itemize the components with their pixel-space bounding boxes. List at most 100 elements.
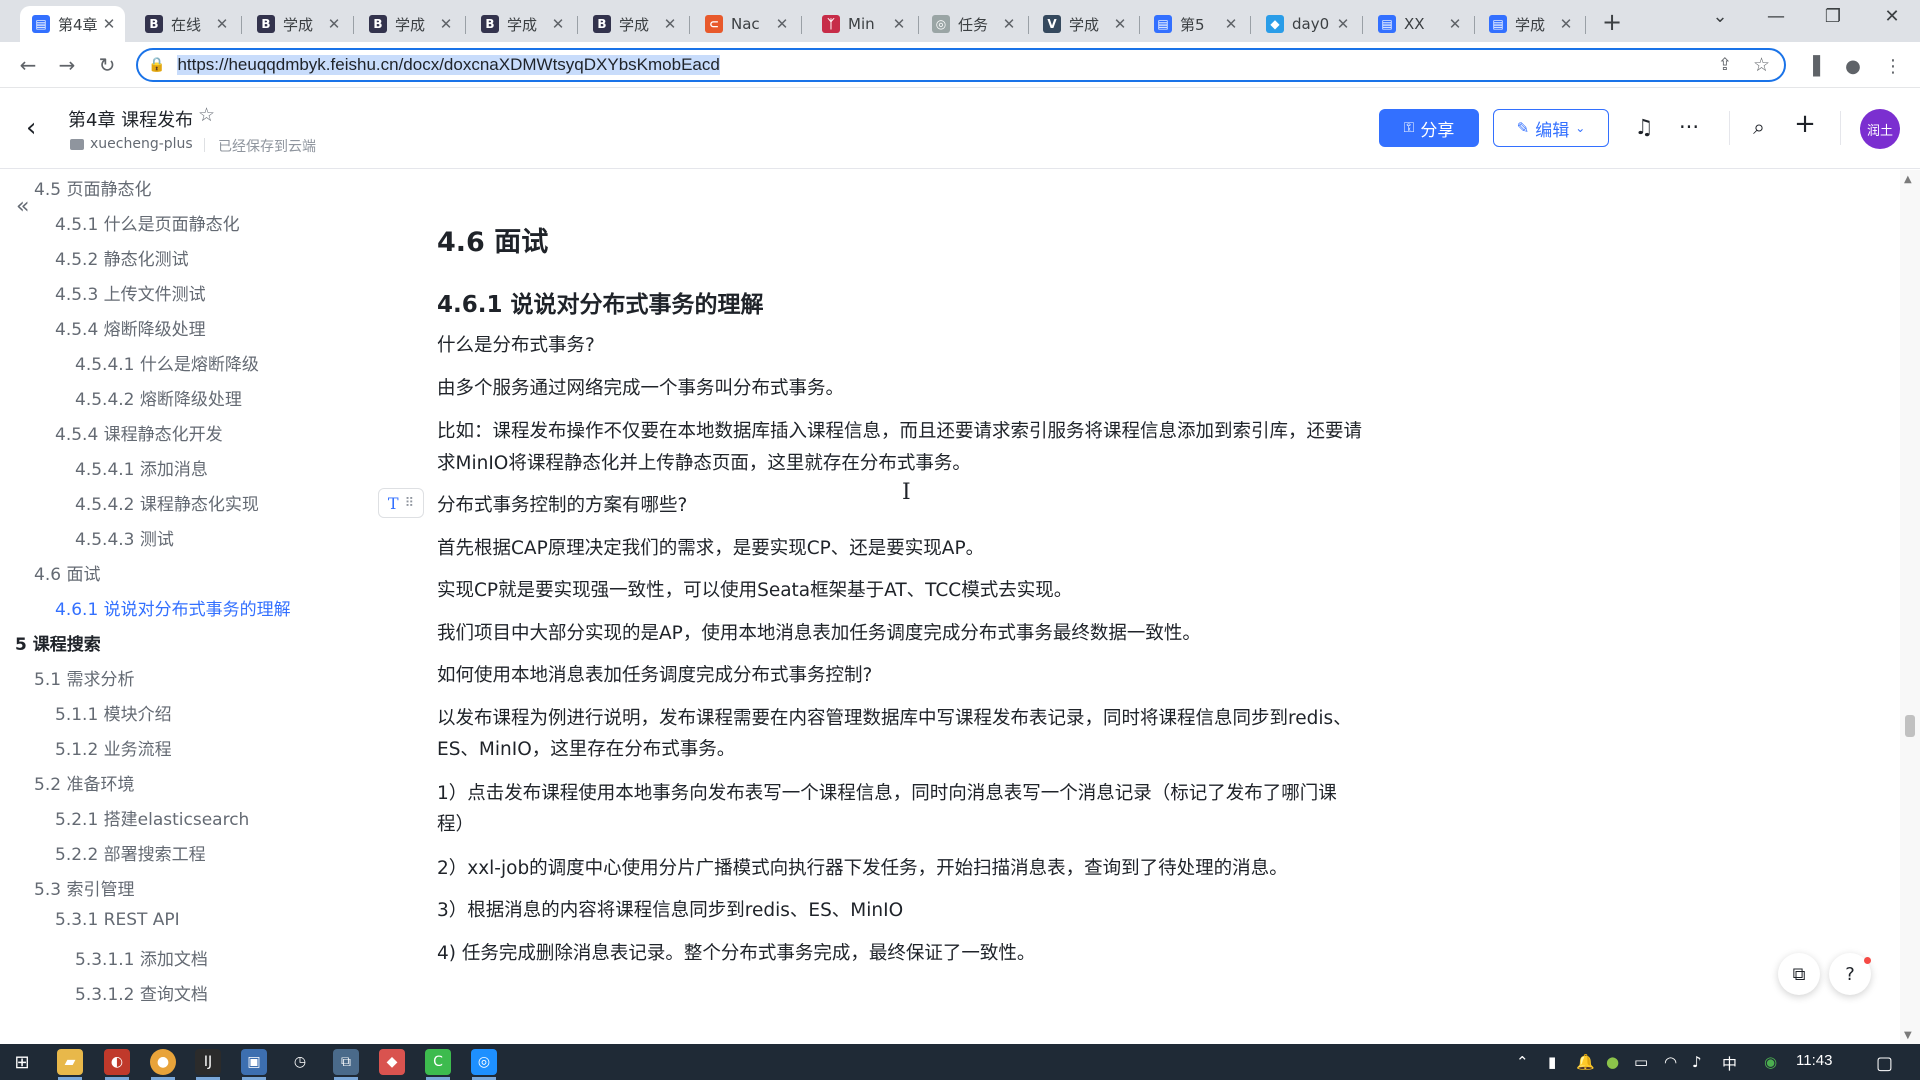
paragraph[interactable]: 以发布课程为例进行说明，发布课程需要在内容管理数据库中写课程发布表记录，同时将课… xyxy=(437,703,1352,735)
edge-icon[interactable]: ◎ xyxy=(471,1049,497,1075)
scroll-down-icon[interactable]: ▼ xyxy=(1904,1030,1912,1041)
outline-item[interactable]: 4.5.1 什么是页面静态化 xyxy=(55,210,240,235)
outline-item[interactable]: 4.5.4.1 添加消息 xyxy=(75,455,208,480)
paragraph[interactable]: ES、MinIO，这里存在分布式事务。 xyxy=(437,734,735,766)
notepad-icon[interactable]: C xyxy=(425,1049,451,1075)
avatar[interactable]: 润土 xyxy=(1860,109,1900,149)
close-tab-icon[interactable]: ✕ xyxy=(1445,15,1465,33)
doc-folder[interactable]: xuecheng-plus xyxy=(70,136,193,152)
browser-tab[interactable]: B 学成 ✕ xyxy=(469,6,574,42)
browser-tab[interactable]: ◎ 任务 ✕ xyxy=(920,6,1025,42)
doc-title[interactable]: 第4章 课程发布 xyxy=(68,106,193,132)
close-tab-icon[interactable]: ✕ xyxy=(1221,15,1241,33)
url-text[interactable]: https://heuqqdmbyk.feishu.cn/docx/doxcna… xyxy=(177,55,720,75)
add-icon[interactable]: + xyxy=(1791,109,1819,139)
chrome-icon[interactable]: ● xyxy=(150,1049,176,1075)
outline-item[interactable]: 5 课程搜索 xyxy=(15,630,101,655)
vertical-scrollbar[interactable]: ▲ ▼ xyxy=(1900,170,1920,1044)
browser-menu-icon[interactable]: ⋮ xyxy=(1879,52,1907,80)
outline-item[interactable]: 5.2.2 部署搜索工程 xyxy=(55,840,206,865)
close-tab-icon[interactable]: ✕ xyxy=(324,15,344,33)
minimize-button[interactable]: — xyxy=(1761,6,1791,27)
volume-icon[interactable]: ♪ xyxy=(1692,1053,1702,1071)
notification-bell-icon[interactable]: 🔔 xyxy=(1576,1053,1595,1071)
browser-tab[interactable]: B 学成 ✕ xyxy=(245,6,350,42)
share-button[interactable]: ⚿ 分享 xyxy=(1379,109,1479,147)
close-tab-icon[interactable]: ✕ xyxy=(99,15,119,33)
close-tab-icon[interactable]: ✕ xyxy=(212,15,232,33)
outline-item[interactable]: 5.2 准备环境 xyxy=(34,770,134,795)
outline-item[interactable]: 4.5.4.2 课程静态化实现 xyxy=(75,490,259,515)
close-tab-icon[interactable]: ✕ xyxy=(889,15,909,33)
browser-tab[interactable]: ᛉ Min ✕ xyxy=(810,6,915,42)
favorite-star-icon[interactable]: ☆ xyxy=(198,104,215,126)
browser-tab[interactable]: ◆ day0 ✕ xyxy=(1254,6,1359,42)
maximize-button[interactable]: ❐ xyxy=(1818,6,1848,27)
browser-tab[interactable]: V 学成 ✕ xyxy=(1031,6,1136,42)
new-tab-button[interactable]: + xyxy=(1598,8,1626,36)
outline-item[interactable]: 4.5.4 课程静态化开发 xyxy=(55,420,223,445)
clock-app-icon[interactable]: ◷ xyxy=(287,1049,313,1075)
paragraph[interactable]: 实现CP就是要实现强一致性，可以使用Seata框架基于AT、TCC模式去实现。 xyxy=(437,575,1072,607)
side-panel-icon[interactable]: ▐ xyxy=(1799,52,1827,80)
paragraph[interactable]: 分布式事务控制的方案有哪些? xyxy=(437,490,687,522)
paragraph[interactable]: 3）根据消息的内容将课程信息同步到redis、ES、MinIO xyxy=(437,895,903,927)
heading-1[interactable]: 4.6 面试 xyxy=(437,220,548,259)
doc-assistant-icon[interactable]: ⧉ xyxy=(1778,953,1820,995)
paragraph[interactable]: 1）点击发布课程使用本地事务向发布表写一个课程信息，同时向消息表写一个消息记录（… xyxy=(437,778,1337,810)
reload-icon[interactable]: ↻ xyxy=(92,50,122,80)
file-explorer-icon[interactable]: ▰ xyxy=(57,1049,83,1075)
browser-tab[interactable]: B 学成 ✕ xyxy=(357,6,462,42)
browser-tab[interactable]: B 学成 ✕ xyxy=(581,6,686,42)
action-center-icon[interactable]: ▢ xyxy=(1876,1053,1893,1074)
paragraph[interactable]: 我们项目中大部分实现的是AP，使用本地消息表加任务调度完成分布式事务最终数据一致… xyxy=(437,618,1201,650)
close-tab-icon[interactable]: ✕ xyxy=(772,15,792,33)
outline-item[interactable]: 5.3.1.1 添加文档 xyxy=(75,945,208,970)
outline-item[interactable]: 4.6.1 说说对分布式事务的理解 xyxy=(55,595,291,620)
browser-tab[interactable]: ⊂ Nac ✕ xyxy=(693,6,798,42)
outline-item[interactable]: 5.2.1 搭建elasticsearch xyxy=(55,805,249,830)
outline-item[interactable]: 4.5.4.3 测试 xyxy=(75,525,174,550)
taskbar-clock[interactable]: 11:43 xyxy=(1796,1052,1832,1069)
close-tab-icon[interactable]: ✕ xyxy=(436,15,456,33)
windows-start-icon[interactable]: ⊞ xyxy=(9,1049,35,1075)
app-window-icon[interactable]: ▣ xyxy=(241,1049,267,1075)
outline-item[interactable]: 4.5.4.1 什么是熔断降级 xyxy=(75,350,259,375)
screen-recorder-icon[interactable]: ◆ xyxy=(379,1049,405,1075)
outline-item[interactable]: 4.5.3 上传文件测试 xyxy=(55,280,206,305)
microphone-icon[interactable]: ▮ xyxy=(1548,1053,1556,1071)
browser-tab[interactable]: ▤ 学成 ✕ xyxy=(1477,6,1582,42)
browser-tab[interactable]: ▤ 第5 ✕ xyxy=(1142,6,1247,42)
wechat-icon[interactable]: ◉ xyxy=(1764,1053,1777,1071)
battery-icon[interactable]: ▭ xyxy=(1634,1053,1648,1071)
close-tab-icon[interactable]: ✕ xyxy=(999,15,1019,33)
heading-2[interactable]: 4.6.1 说说对分布式事务的理解 xyxy=(437,285,764,319)
media-player-icon[interactable]: ◐ xyxy=(104,1049,130,1075)
outline-item[interactable]: 4.6 面试 xyxy=(34,560,100,585)
outline-item[interactable]: 4.5 页面静态化 xyxy=(34,175,151,200)
browser-tab[interactable]: B 在线 ✕ xyxy=(133,6,238,42)
paragraph[interactable]: 首先根据CAP原理决定我们的需求，是要实现CP、还是要实现AP。 xyxy=(437,533,984,565)
tab-search-icon[interactable]: ⌄ xyxy=(1705,6,1735,27)
profile-icon[interactable]: ● xyxy=(1839,52,1867,80)
outline-item[interactable]: 4.5.4.2 熔断降级处理 xyxy=(75,385,242,410)
collapse-sidebar-icon[interactable]: « xyxy=(16,194,29,219)
remote-desktop-icon[interactable]: ⧉ xyxy=(333,1049,359,1075)
paragraph[interactable]: 2）xxl-job的调度中心使用分片广播模式向执行器下发任务，开始扫描消息表，查… xyxy=(437,853,1288,885)
scroll-up-icon[interactable]: ▲ xyxy=(1904,174,1912,185)
more-icon[interactable]: ··· xyxy=(1675,115,1703,139)
close-tab-icon[interactable]: ✕ xyxy=(1110,15,1130,33)
paragraph[interactable]: 什么是分布式事务? xyxy=(437,330,595,362)
paragraph[interactable]: 由多个服务通过网络完成一个事务叫分布式事务。 xyxy=(437,373,844,405)
outline-item[interactable]: 5.1 需求分析 xyxy=(34,665,134,690)
paragraph[interactable]: 4) 任务完成删除消息表记录。整个分布式事务完成，最终保证了一致性。 xyxy=(437,938,1035,970)
forward-icon[interactable]: → xyxy=(52,50,82,80)
paragraph[interactable]: 比如：课程发布操作不仅要在本地数据库插入课程信息，而且还要请求索引服务将课程信息… xyxy=(437,416,1362,448)
bell-icon[interactable]: ♫ xyxy=(1630,115,1658,139)
scrollbar-thumb[interactable] xyxy=(1905,715,1915,737)
close-tab-icon[interactable]: ✕ xyxy=(1556,15,1576,33)
security-icon[interactable]: ● xyxy=(1606,1053,1619,1071)
edit-button[interactable]: ✎ 编辑 ⌄ xyxy=(1493,109,1609,147)
block-handle[interactable]: T ⠿ xyxy=(378,488,424,518)
wifi-icon[interactable]: ◠ xyxy=(1664,1053,1677,1071)
